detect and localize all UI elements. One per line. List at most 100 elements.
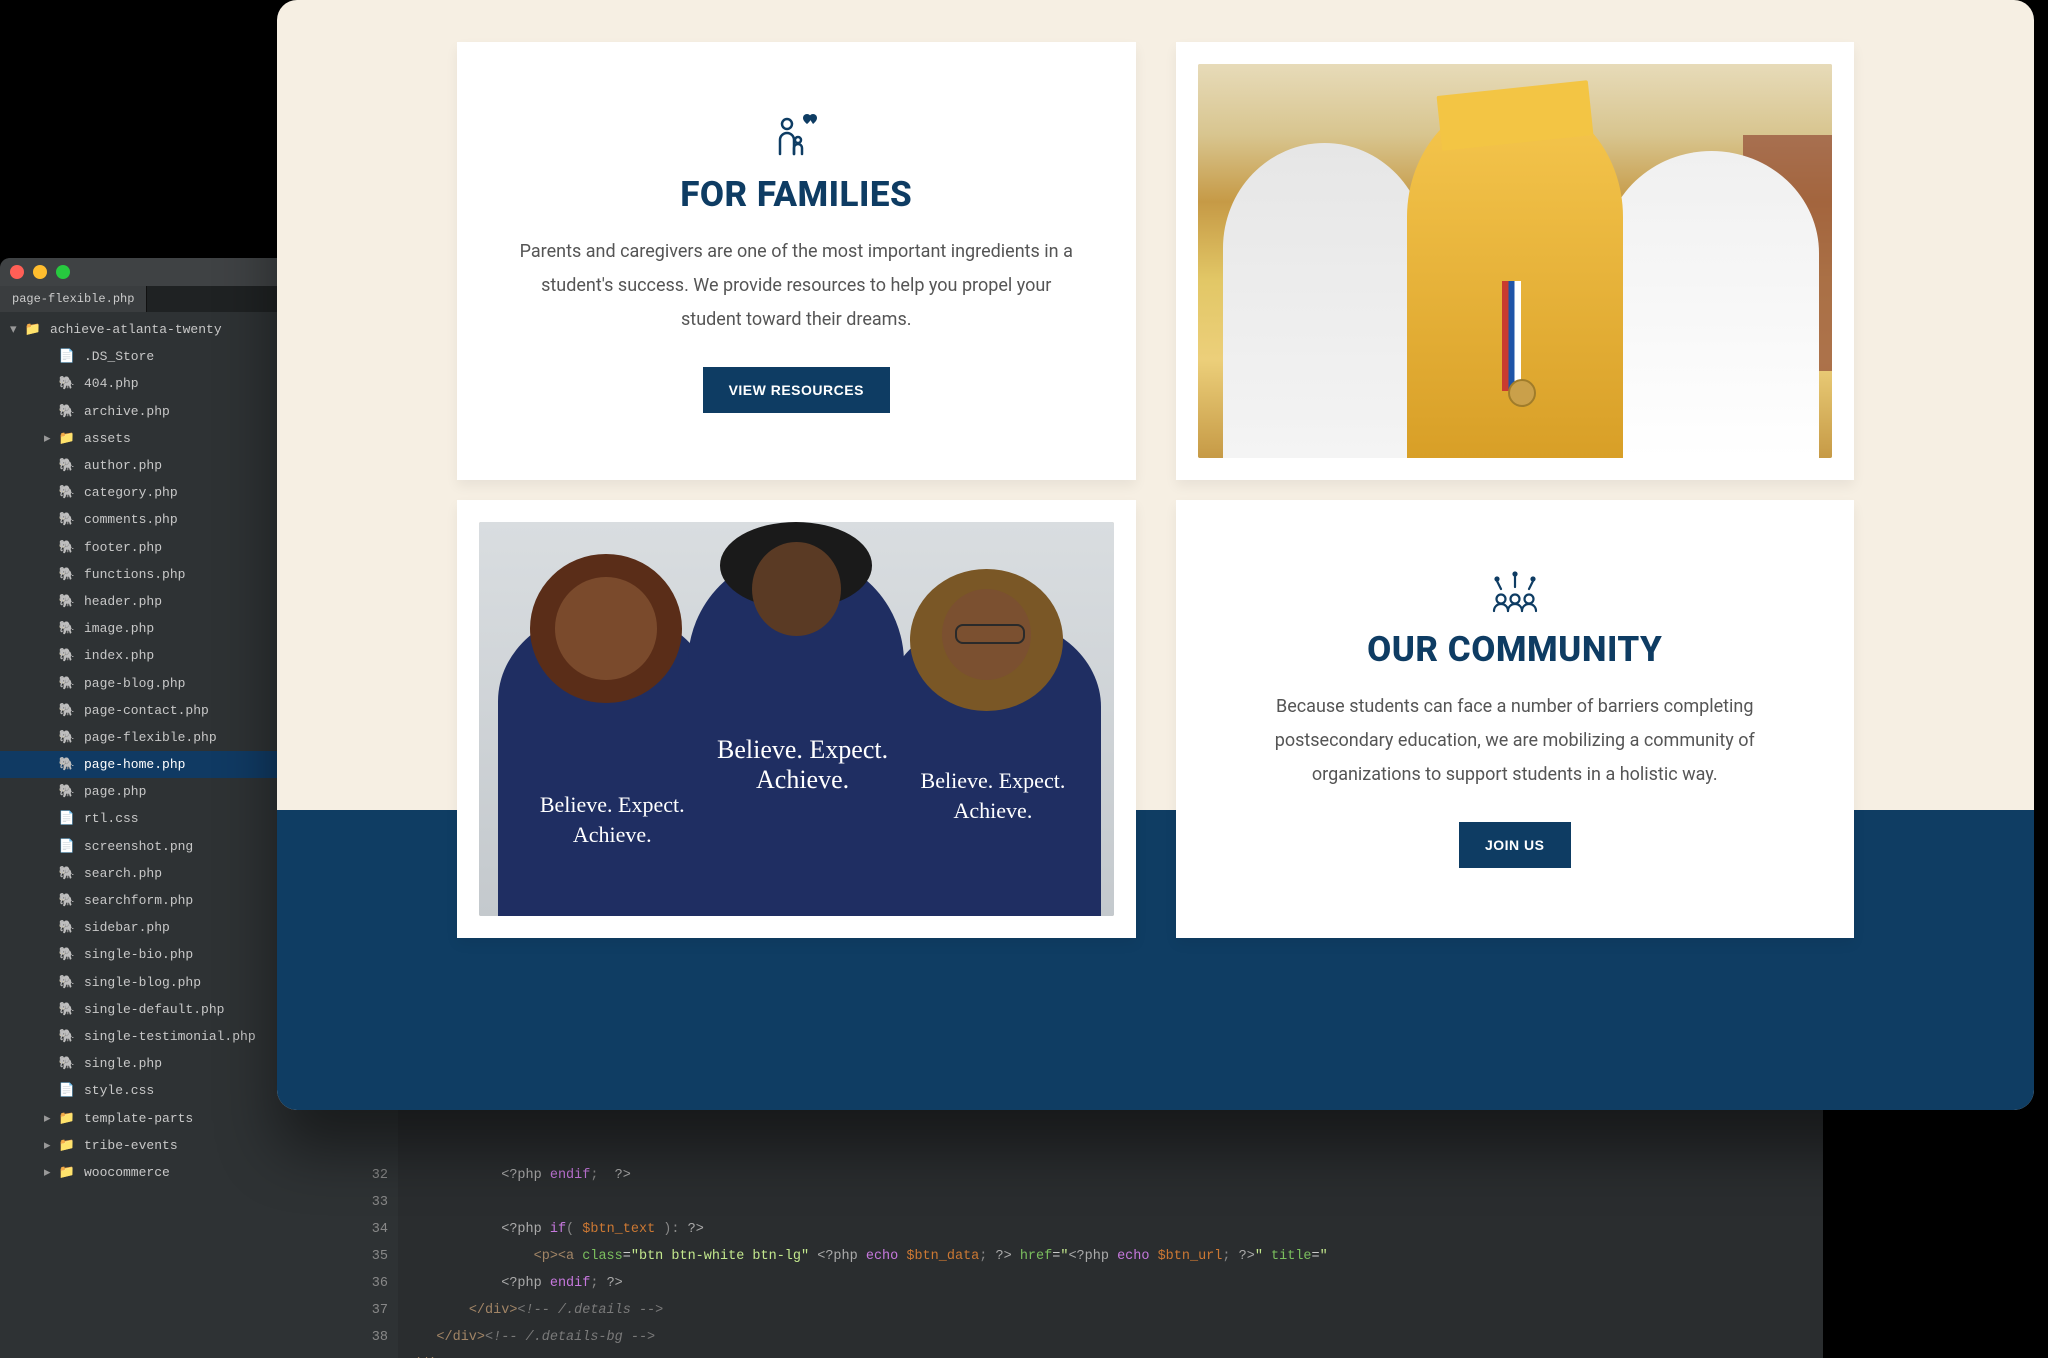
file-tree-item-label: header.php bbox=[84, 594, 162, 609]
window-close-icon[interactable] bbox=[10, 265, 24, 279]
file-tree-item-label: searchform.php bbox=[84, 893, 193, 908]
php-file-icon: 🐘 bbox=[58, 621, 76, 636]
card-body: Because students can face a number of ba… bbox=[1235, 690, 1795, 792]
file-tree-item-label: single-bio.php bbox=[84, 947, 193, 962]
file-icon: 📄 bbox=[58, 839, 76, 854]
code-line[interactable]: <p><a class="btn btn-white btn-lg" <?php… bbox=[404, 1243, 1328, 1270]
file-tree-item-label: functions.php bbox=[84, 567, 185, 582]
card-body: Parents and caregivers are one of the mo… bbox=[516, 235, 1076, 337]
file-tree-item-label: sidebar.php bbox=[84, 920, 170, 935]
folder-label: achieve-atlanta-twenty bbox=[50, 322, 222, 337]
chevron-right-icon: ▸ bbox=[44, 1165, 58, 1180]
card-title: OUR COMMUNITY bbox=[1367, 629, 1662, 670]
chevron-right-icon: ▸ bbox=[44, 431, 58, 446]
php-file-icon: 🐘 bbox=[58, 893, 76, 908]
code-line[interactable]: </div><!-- /.details-bg --> bbox=[404, 1324, 1328, 1351]
card-for-families: FOR FAMILIES Parents and caregivers are … bbox=[457, 42, 1136, 480]
file-tree-item-label: single-default.php bbox=[84, 1002, 224, 1017]
file-tree-item-label: page.php bbox=[84, 784, 146, 799]
folder-icon: 📁 bbox=[58, 431, 76, 446]
php-file-icon: 🐘 bbox=[58, 540, 76, 555]
file-tree-item-label: screenshot.png bbox=[84, 839, 193, 854]
card-our-community: OUR COMMUNITY Because students can face … bbox=[1176, 500, 1855, 938]
tshirt-text: Believe. Expect. Achieve. bbox=[898, 766, 1088, 826]
php-file-icon: 🐘 bbox=[58, 567, 76, 582]
file-tree-item-label: image.php bbox=[84, 621, 154, 636]
file-tree-item-label: author.php bbox=[84, 458, 162, 473]
code-line[interactable]: </div><!-- /.details --> bbox=[404, 1297, 1328, 1324]
file-tree-item-label: page-contact.php bbox=[84, 703, 209, 718]
php-file-icon: 🐘 bbox=[58, 975, 76, 990]
chevron-right-icon: ▸ bbox=[44, 1111, 58, 1126]
editor-tab-label: page-flexible.php bbox=[12, 292, 134, 306]
join-us-button[interactable]: JOIN US bbox=[1459, 822, 1571, 868]
php-file-icon: 🐘 bbox=[58, 648, 76, 663]
view-resources-button[interactable]: VIEW RESOURCES bbox=[703, 367, 890, 413]
php-file-icon: 🐘 bbox=[58, 676, 76, 691]
line-number: 36 bbox=[350, 1270, 388, 1297]
file-tree-item-label: single-blog.php bbox=[84, 975, 201, 990]
php-file-icon: 🐘 bbox=[58, 730, 76, 745]
php-file-icon: 🐘 bbox=[58, 485, 76, 500]
file-tree-item-label: template-parts bbox=[84, 1111, 193, 1126]
php-file-icon: 🐘 bbox=[58, 404, 76, 419]
card-photo-graduation bbox=[1176, 42, 1855, 480]
php-file-icon: 🐘 bbox=[58, 594, 76, 609]
php-file-icon: 🐘 bbox=[58, 1002, 76, 1017]
php-file-icon: 🐘 bbox=[58, 512, 76, 527]
php-file-icon: 🐘 bbox=[58, 703, 76, 718]
line-number: 34 bbox=[350, 1216, 388, 1243]
window-maximize-icon[interactable] bbox=[56, 265, 70, 279]
card-photo-believe: Believe. Expect. Achieve. Believe. Expec… bbox=[457, 500, 1136, 938]
php-file-icon: 🐘 bbox=[58, 866, 76, 881]
php-file-icon: 🐘 bbox=[58, 1029, 76, 1044]
file-tree-item-label: index.php bbox=[84, 648, 154, 663]
file-icon: 📄 bbox=[58, 1083, 76, 1098]
website-preview: FOR FAMILIES Parents and caregivers are … bbox=[277, 0, 2034, 1110]
family-heart-icon bbox=[772, 110, 820, 162]
folder-icon: 📁 bbox=[58, 1138, 76, 1153]
file-icon: 📄 bbox=[58, 349, 76, 364]
line-number: 35 bbox=[350, 1243, 388, 1270]
tshirt-text: Believe. Expect. Achieve. bbox=[707, 735, 897, 795]
line-number: 33 bbox=[350, 1189, 388, 1216]
file-tree-item-label: .DS_Store bbox=[84, 349, 154, 364]
file-tree-item-label: category.php bbox=[84, 485, 178, 500]
php-file-icon: 🐘 bbox=[58, 376, 76, 391]
file-tree-item-label: page-home.php bbox=[84, 757, 185, 772]
php-file-icon: 🐘 bbox=[58, 947, 76, 962]
community-people-icon bbox=[1489, 571, 1541, 617]
file-tree-item-label: assets bbox=[84, 431, 131, 446]
window-minimize-icon[interactable] bbox=[33, 265, 47, 279]
believe-team-photo: Believe. Expect. Achieve. Believe. Expec… bbox=[479, 522, 1114, 916]
file-tree-item-label: style.css bbox=[84, 1083, 154, 1098]
card-title: FOR FAMILIES bbox=[680, 174, 912, 215]
code-line[interactable]: <?php if( $btn_text ): ?> bbox=[404, 1216, 1328, 1243]
chevron-right-icon: ▸ bbox=[44, 1138, 58, 1153]
folder-icon: 📁 bbox=[24, 322, 42, 337]
file-tree-item-label: woocommerce bbox=[84, 1165, 170, 1180]
line-number: 38 bbox=[350, 1324, 388, 1351]
file-tree-item-label: search.php bbox=[84, 866, 162, 881]
file-tree-item-label: tribe-events bbox=[84, 1138, 178, 1153]
graduation-photo bbox=[1198, 64, 1833, 458]
file-tree-item-label: 404.php bbox=[84, 376, 139, 391]
file-tree-item-label: single.php bbox=[84, 1056, 162, 1071]
editor-tab-active[interactable]: page-flexible.php bbox=[0, 286, 147, 312]
file-tree-item-label: single-testimonial.php bbox=[84, 1029, 256, 1044]
file-tree-item-label: footer.php bbox=[84, 540, 162, 555]
code-line[interactable]: <?php endif; ?> bbox=[404, 1162, 1328, 1189]
php-file-icon: 🐘 bbox=[58, 784, 76, 799]
tshirt-text: Believe. Expect. Achieve. bbox=[517, 790, 707, 850]
line-number: 32 bbox=[350, 1162, 388, 1189]
file-tree-item[interactable]: ▸📁 woocommerce bbox=[0, 1159, 350, 1186]
php-file-icon: 🐘 bbox=[58, 1056, 76, 1071]
file-tree-item-label: page-blog.php bbox=[84, 676, 185, 691]
file-tree-item-label: rtl.css bbox=[84, 811, 139, 826]
file-tree-item[interactable]: ▸📁 tribe-events bbox=[0, 1132, 350, 1159]
code-line[interactable]: <?php endif; ?> bbox=[404, 1270, 1328, 1297]
code-line[interactable] bbox=[404, 1189, 1328, 1216]
file-icon: 📄 bbox=[58, 811, 76, 826]
line-number: 37 bbox=[350, 1297, 388, 1324]
folder-icon: 📁 bbox=[58, 1165, 76, 1180]
